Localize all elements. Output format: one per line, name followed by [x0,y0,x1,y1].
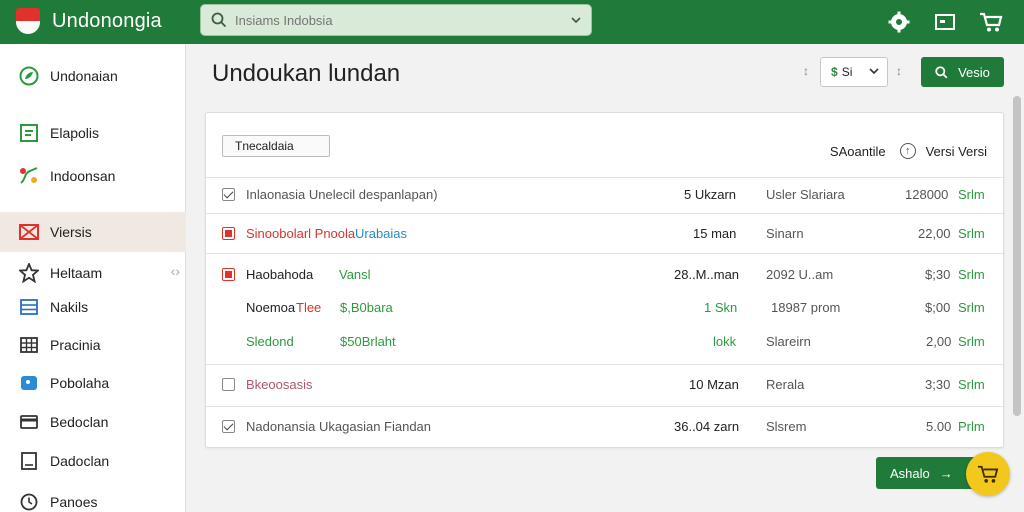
arrow-right-icon: → [939,465,953,481]
view-button[interactable]: Vesio [921,57,1004,87]
top-app-bar: Undonongia [0,0,1024,44]
currency-select[interactable]: $ Si [820,57,888,87]
table-row[interactable]: Sinoobolarl Pnoola Urabaias 15 man Sinar… [206,224,1005,252]
list-icon [18,296,40,318]
sidebar-item-undonaian[interactable]: Undonaian [0,56,186,96]
collapse-handle-icon[interactable]: ‹› [171,263,180,279]
cart-icon [978,465,999,483]
document-icon [18,450,40,472]
chat-icon [18,372,40,394]
window-icon[interactable] [930,7,960,37]
star-icon [18,262,40,284]
search-box[interactable] [200,4,592,36]
brand[interactable]: Undonongia [14,6,162,36]
scrollbar[interactable] [1013,96,1021,416]
currency-select-value: Si [841,65,853,79]
sort-arrows-icon[interactable]: ↕ [803,64,809,78]
row-checkbox[interactable] [222,420,235,433]
version-label[interactable]: Versi Versi [926,144,987,159]
table-row[interactable]: Inlaonasia Unelecil despanlapan) 5 Ukzar… [206,185,1005,213]
currency-symbol: $ [831,65,838,79]
sidebar: Undonaian Elapolis Indoonsan Viersis Hel… [0,44,186,512]
chart-icon [18,122,40,144]
envelope-icon [18,221,40,243]
orders-card: Tnecaldaia SAoantile ↑ Versi Versi Inlao… [205,112,1005,448]
row-checkbox[interactable] [222,188,235,201]
settings-gear-icon[interactable] [884,7,914,37]
table-row[interactable]: Noemoa Tlee $,B0bara 1 Skn 18987 prom $;… [206,298,1005,326]
sidebar-item-elapolis[interactable]: Elapolis [0,113,186,153]
sidebar-item-bedoclan[interactable]: Bedoclan [0,402,186,442]
sidebar-item-indoonsan[interactable]: Indoonsan [0,156,186,196]
cart-icon[interactable] [976,7,1006,37]
sidebar-item-dadoclan[interactable]: Dadoclan [0,441,186,481]
sidebar-item-pracinia[interactable]: Pracinia [0,325,186,365]
card-header-controls: SAoantile ↑ Versi Versi [830,143,987,159]
sidebar-item-viersis[interactable]: Viersis [0,212,186,252]
page-title: Undoukan lundan [212,60,401,87]
chevron-down-icon [869,68,879,75]
brand-name: Undonongia [52,9,162,32]
info-icon[interactable]: ↑ [899,143,916,159]
card-icon [18,411,40,433]
proceed-button[interactable]: Ashalo → [876,457,976,489]
table-row[interactable]: Haobahoda Vansl 28..M..man 2092 U..am $;… [206,265,1005,293]
sort-arrows-icon[interactable]: ↕ [896,64,902,78]
filter-chip[interactable]: Tnecaldaia [222,135,330,157]
column-label[interactable]: SAoantile [830,144,886,159]
cart-fab-button[interactable] [966,452,1010,496]
search-input[interactable] [235,12,555,28]
table-row[interactable]: Sledond $50Brlaht lokk Slareirn 2,00 Srl… [206,332,1005,360]
leaf-icon [18,65,40,87]
search-icon [211,12,227,28]
clock-icon [18,491,40,512]
flag-logo-icon [14,6,42,36]
search-icon [935,65,948,78]
sidebar-item-pobolaha[interactable]: Pobolaha [0,363,186,403]
row-checkbox[interactable] [222,268,235,281]
route-icon [18,165,40,187]
chevron-down-icon[interactable] [571,16,581,24]
row-checkbox[interactable] [222,227,235,240]
grid-icon [18,334,40,356]
row-checkbox[interactable] [222,378,235,391]
sidebar-item-nakils[interactable]: Nakils [0,287,186,327]
table-row[interactable]: Bkeoosasis 10 Mzan Rerala 3;30 Srlm [206,375,1005,403]
table-row[interactable]: Nadonansia Ukagasian Fiandan 36..04 zarn… [206,417,1005,445]
sidebar-item-panoes[interactable]: Panoes [0,482,186,512]
